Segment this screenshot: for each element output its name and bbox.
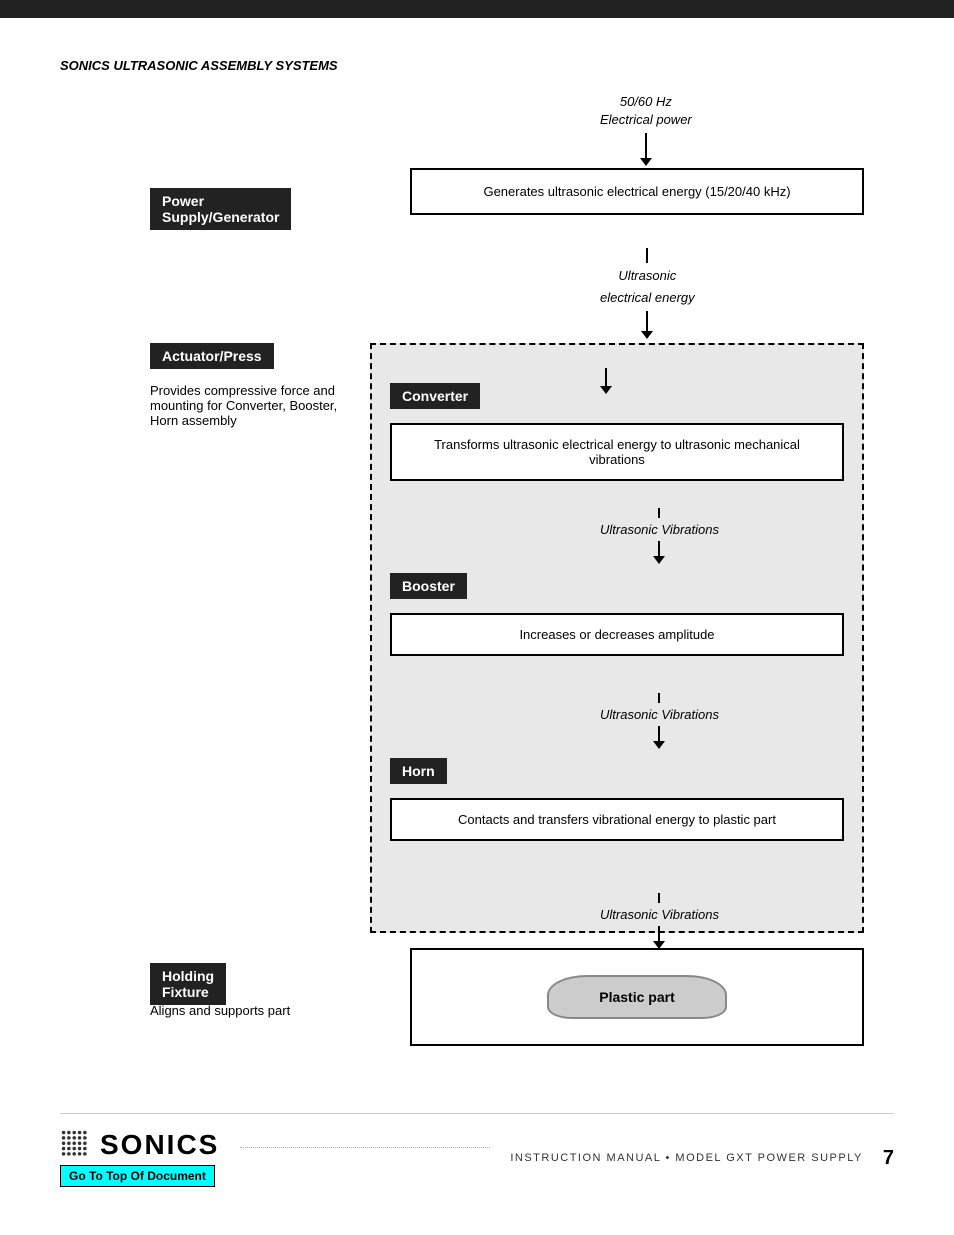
holding-fixture-desc: Aligns and supports part xyxy=(150,1003,350,1018)
booster-desc: Increases or decreases amplitude xyxy=(519,627,714,642)
sonics-logo: SONICS xyxy=(60,1129,219,1161)
footer-page-number: 7 xyxy=(883,1147,894,1170)
booster-desc-box: Increases or decreases amplitude xyxy=(390,613,844,656)
power-supply-desc-box: Generates ultrasonic electrical energy (… xyxy=(410,168,864,215)
vibrations-label3: Ultrasonic Vibrations xyxy=(600,907,719,922)
top-bar xyxy=(0,0,954,18)
ultrasonic-electrical-label1: Ultrasonic xyxy=(618,268,676,283)
horn-desc: Contacts and transfers vibrational energ… xyxy=(458,812,776,827)
arrow-horn-fixture: Ultrasonic Vibrations xyxy=(600,893,719,949)
power-supply-label: Power Supply/Generator xyxy=(150,188,291,230)
ultrasonic-electrical-label2: electrical energy xyxy=(600,290,695,305)
go-to-top-button[interactable]: Go To Top Of Document xyxy=(60,1165,215,1187)
actuator-desc: Provides compressive force and mounting … xyxy=(150,383,350,428)
horn-label: Horn xyxy=(390,758,447,784)
plastic-part-label: Plastic part xyxy=(599,989,674,1005)
footer: SONICS Go To Top Of Document INSTRUCTION… xyxy=(60,1113,894,1187)
footer-left: SONICS Go To Top Of Document xyxy=(60,1129,220,1187)
vibrations-label2: Ultrasonic Vibrations xyxy=(600,707,719,722)
actuator-label: Actuator/Press xyxy=(150,343,274,369)
arrow-into-converter xyxy=(600,368,612,394)
vibrations-label1: Ultrasonic Vibrations xyxy=(600,522,719,537)
converter-desc-box: Transforms ultrasonic electrical energy … xyxy=(390,423,844,481)
horn-desc-box: Contacts and transfers vibrational energ… xyxy=(390,798,844,841)
converter-desc: Transforms ultrasonic electrical energy … xyxy=(434,437,800,467)
plastic-part-box: Plastic part xyxy=(410,948,864,1046)
arrow-converter-booster: Ultrasonic Vibrations xyxy=(600,508,719,564)
footer-divider xyxy=(240,1147,490,1148)
power-input-label2: Electrical power xyxy=(600,111,692,129)
page-title: SONICS ULTRASONIC ASSEMBLY SYSTEMS xyxy=(60,58,894,73)
sonics-logo-text: SONICS xyxy=(100,1129,219,1161)
footer-manual-text: INSTRUCTION MANUAL • MODEL GXT POWER SUP… xyxy=(510,1152,863,1164)
diagram: 50/60 Hz Electrical power Power Supply/G… xyxy=(60,93,894,1093)
booster-label: Booster xyxy=(390,573,467,599)
arrow-to-actuator: Ultrasonic electrical energy xyxy=(600,248,695,339)
arrow-booster-horn: Ultrasonic Vibrations xyxy=(600,693,719,749)
top-arrow-area: 50/60 Hz Electrical power xyxy=(600,93,692,166)
footer-right: INSTRUCTION MANUAL • MODEL GXT POWER SUP… xyxy=(510,1147,894,1170)
power-input-label1: 50/60 Hz xyxy=(620,93,672,111)
holding-fixture-label: Holding Fixture xyxy=(150,963,226,1005)
sonics-logo-icon xyxy=(60,1129,92,1161)
converter-label: Converter xyxy=(390,383,480,409)
plastic-part-shape: Plastic part xyxy=(547,975,726,1019)
power-supply-desc: Generates ultrasonic electrical energy (… xyxy=(483,184,790,199)
